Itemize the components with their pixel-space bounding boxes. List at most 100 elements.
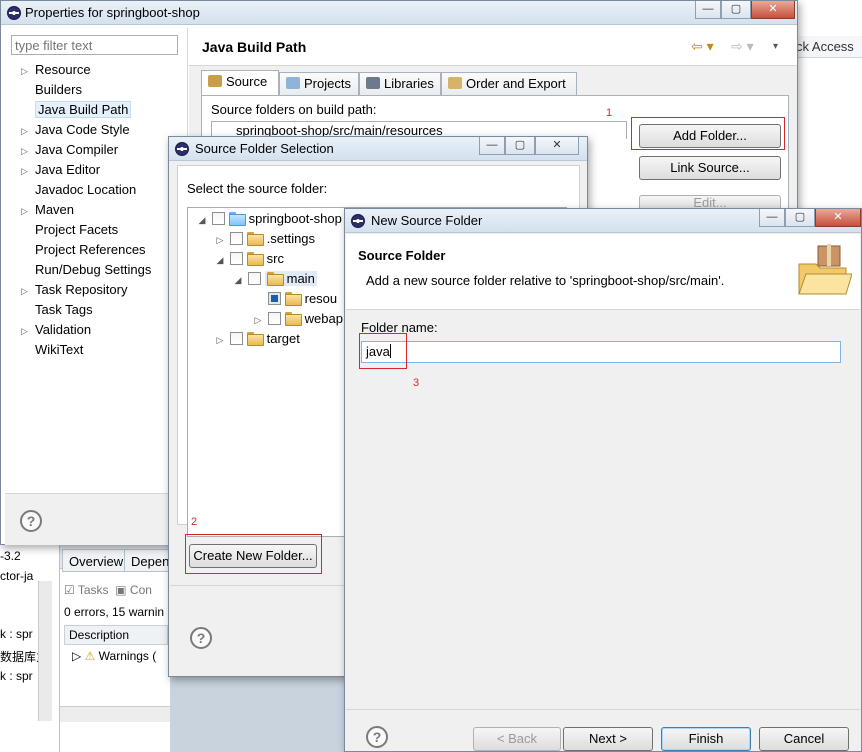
- folder-name-label: Folder name:: [361, 320, 438, 335]
- maximize-button[interactable]: ▢: [721, 1, 751, 19]
- description-column-header[interactable]: Description: [64, 625, 168, 645]
- wizard-description: Add a new source folder relative to 'spr…: [366, 273, 725, 288]
- folder-icon: [267, 272, 284, 286]
- tree-node-resources[interactable]: resou: [252, 290, 337, 308]
- minimize-button[interactable]: —: [695, 1, 721, 19]
- cancel-button[interactable]: Cancel: [759, 727, 849, 751]
- filter-input[interactable]: [11, 35, 178, 55]
- eclipse-icon: [175, 142, 189, 156]
- collapse-arrow-icon[interactable]: ◢: [214, 251, 226, 269]
- horizontal-scrollbar[interactable]: [60, 706, 170, 722]
- add-folder-button[interactable]: Add Folder...: [639, 124, 781, 148]
- folder-icon: [285, 292, 302, 306]
- left-text-line: -3.2: [0, 549, 21, 563]
- tree-node-root[interactable]: ◢ springboot-shop: [196, 210, 342, 228]
- quick-access-field[interactable]: ck Access: [796, 36, 862, 58]
- expand-arrow-icon[interactable]: ▷: [21, 282, 35, 300]
- collapse-arrow-icon[interactable]: ◢: [196, 211, 208, 229]
- nav-item-java-editor[interactable]: ▷ Java Editor: [21, 161, 100, 179]
- expand-arrow-icon[interactable]: ▷: [214, 231, 226, 249]
- sfs-titlebar[interactable]: Source Folder Selection — ▢ ✕: [169, 137, 587, 161]
- help-icon[interactable]: ?: [366, 726, 388, 748]
- expand-arrow-icon[interactable]: ▷: [252, 311, 264, 329]
- next-button[interactable]: Next >: [563, 727, 653, 751]
- expand-arrow-icon[interactable]: ▷: [21, 122, 35, 140]
- nav-item-run-debug-settings[interactable]: Run/Debug Settings: [21, 261, 151, 279]
- maximize-button[interactable]: ▢: [505, 137, 535, 155]
- help-icon[interactable]: ?: [20, 510, 42, 532]
- folder-icon: [247, 332, 264, 346]
- tab-projects[interactable]: Projects: [279, 72, 359, 95]
- expand-arrow-icon[interactable]: ▷: [21, 162, 35, 180]
- warnings-row[interactable]: ▷ ⚠ Warnings (: [72, 649, 156, 663]
- forward-arrow-icon[interactable]: ⇨ ▾: [731, 38, 754, 55]
- minimize-button[interactable]: —: [479, 137, 505, 155]
- left-text-line: k : spr: [0, 669, 33, 683]
- folder-icon: [247, 232, 264, 246]
- back-arrow-icon[interactable]: ⇦ ▾: [691, 38, 714, 55]
- nav-item-task-tags[interactable]: Task Tags: [21, 301, 93, 319]
- maximize-button[interactable]: ▢: [785, 209, 815, 227]
- nav-item-builders[interactable]: Builders: [21, 81, 82, 99]
- tab-source[interactable]: Source: [201, 70, 279, 96]
- eclipse-icon: [351, 214, 365, 228]
- expand-arrow-icon[interactable]: ▷: [21, 142, 35, 160]
- create-new-folder-button[interactable]: Create New Folder...: [189, 544, 317, 568]
- nav-item-project-facets[interactable]: Project Facets: [21, 221, 118, 239]
- checkbox[interactable]: [230, 332, 243, 345]
- nav-item-javadoc-location[interactable]: Javadoc Location: [21, 181, 136, 199]
- minimize-button[interactable]: —: [759, 209, 785, 227]
- expand-arrow-icon[interactable]: ▷: [214, 331, 226, 349]
- back-button[interactable]: < Back: [473, 727, 561, 751]
- checkbox[interactable]: [212, 212, 225, 225]
- checkbox[interactable]: [230, 232, 243, 245]
- nav-item-resource[interactable]: ▷ Resource: [21, 61, 91, 79]
- tree-node-src[interactable]: ◢ src: [214, 250, 284, 268]
- nsf-titlebar[interactable]: New Source Folder — ▢ ✕: [345, 209, 861, 233]
- nav-item-java-build-path[interactable]: Java Build Path: [21, 101, 132, 119]
- help-icon[interactable]: ?: [190, 627, 212, 649]
- new-source-folder-dialog: New Source Folder — ▢ ✕ Source Folder Ad…: [344, 208, 862, 752]
- nav-item-java-code-style[interactable]: ▷ Java Code Style: [21, 121, 130, 139]
- nav-item-validation[interactable]: ▷ Validation: [21, 321, 91, 339]
- tab-libraries[interactable]: Libraries: [359, 72, 441, 95]
- tree-node-main[interactable]: ◢ main: [232, 270, 317, 288]
- collapse-arrow-icon[interactable]: ◢: [232, 271, 244, 289]
- tree-node-target[interactable]: ▷ target: [214, 330, 300, 348]
- nav-item-project-references[interactable]: Project References: [21, 241, 146, 259]
- window-title: New Source Folder: [371, 213, 483, 228]
- nav-item-java-compiler[interactable]: ▷ Java Compiler: [21, 141, 118, 159]
- projects-icon: [286, 77, 300, 89]
- close-button[interactable]: ✕: [815, 209, 861, 227]
- wizard-header: Source Folder Add a new source folder re…: [346, 234, 860, 310]
- close-button[interactable]: ✕: [751, 1, 795, 19]
- checkbox[interactable]: [230, 252, 243, 265]
- tab-order-and-export[interactable]: Order and Export: [441, 72, 577, 95]
- quick-access-text: ck Access: [796, 39, 854, 54]
- nav-item-task-repository[interactable]: ▷ Task Repository: [21, 281, 127, 299]
- link-source-button[interactable]: Link Source...: [639, 156, 781, 180]
- checkbox-checked[interactable]: [268, 292, 281, 305]
- tree-node-settings[interactable]: ▷ .settings: [214, 230, 315, 248]
- finish-button[interactable]: Finish: [661, 727, 751, 751]
- folder-name-input[interactable]: java: [361, 341, 841, 363]
- expand-arrow-icon[interactable]: ▷: [21, 322, 35, 340]
- properties-titlebar[interactable]: Properties for springboot-shop — ▢ ✕: [1, 1, 797, 25]
- tree-node-webapp[interactable]: ▷ webap: [252, 310, 343, 328]
- tasks-view-tab[interactable]: ☑ Tasks ▣ Con: [64, 583, 152, 597]
- tab-overview[interactable]: Overview: [62, 549, 131, 572]
- nav-item-wikitext[interactable]: WikiText: [21, 341, 83, 359]
- checkbox[interactable]: [248, 272, 261, 285]
- footer-separator: [346, 709, 860, 710]
- nav-item-maven[interactable]: ▷ Maven: [21, 201, 74, 219]
- source-icon: [208, 75, 222, 87]
- close-button[interactable]: ✕: [535, 137, 579, 155]
- vertical-scrollbar[interactable]: [38, 581, 52, 721]
- checkbox[interactable]: [268, 312, 281, 325]
- project-icon: [229, 212, 246, 226]
- expand-arrow-icon[interactable]: ▷: [21, 202, 35, 220]
- view-menu-icon[interactable]: ▾: [773, 41, 778, 52]
- expand-arrow-icon[interactable]: ▷: [21, 62, 35, 80]
- workbench-left-strip: -3.2 ctor-ja k : spr 数据库力 k : spr: [0, 545, 60, 752]
- warning-icon: ⚠: [84, 649, 96, 663]
